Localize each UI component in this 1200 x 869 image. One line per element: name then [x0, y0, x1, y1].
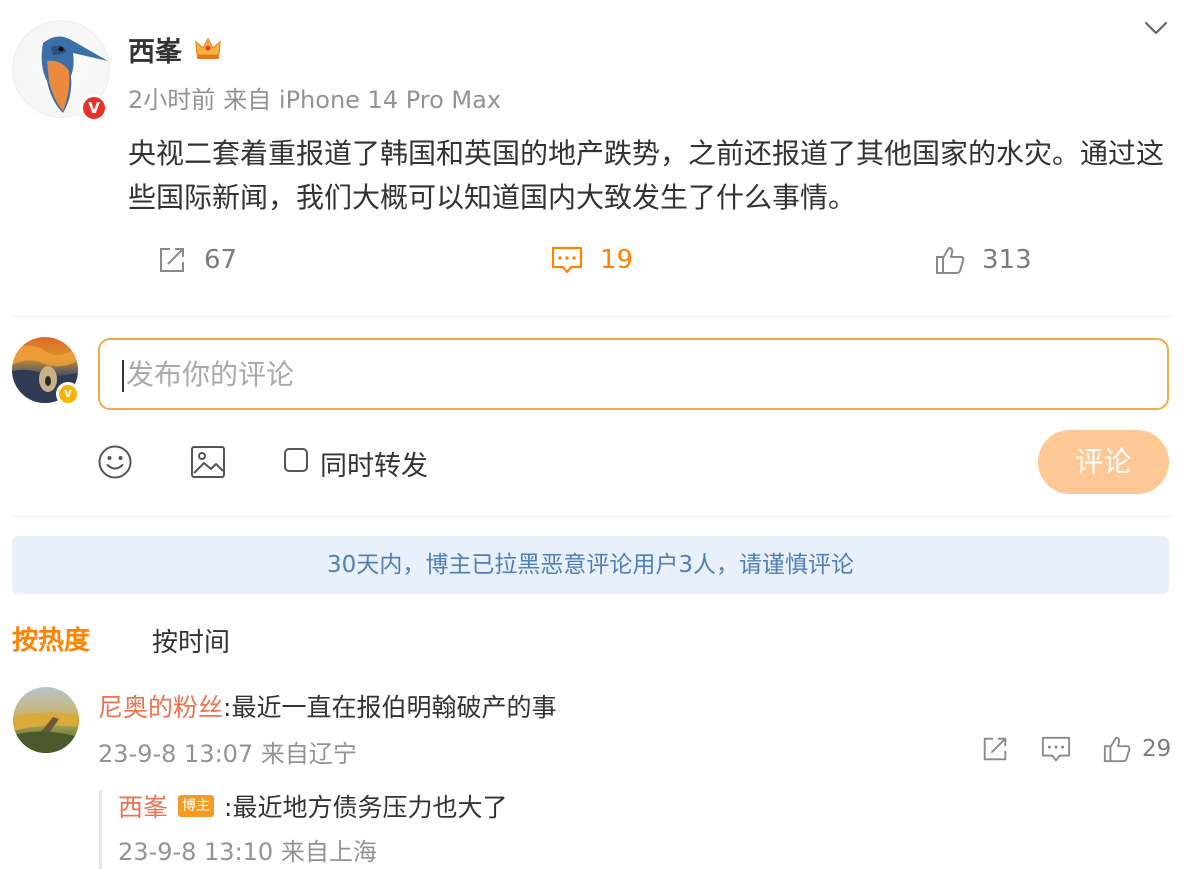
tab-sort-by-hot[interactable]: 按热度 [12, 620, 90, 657]
tab-sort-by-time[interactable]: 按时间 [152, 622, 230, 659]
reply-location: 来自上海 [280, 838, 377, 866]
divider [12, 516, 1170, 517]
image-icon[interactable] [190, 444, 226, 480]
block-notice: 30天内，博主已拉黑恶意评论用户3人，请谨慎评论 [12, 536, 1169, 594]
verified-badge-small: v [56, 382, 80, 406]
post-time: 2小时前 [128, 86, 216, 114]
verified-badge: V [80, 94, 108, 122]
landscape-image [13, 712, 79, 753]
post-meta: 2小时前 来自 iPhone 14 Pro Max [128, 80, 509, 115]
blogger-badge: 博主 [178, 795, 215, 817]
thumbs-up-icon[interactable] [1102, 734, 1132, 764]
comment-input[interactable]: 发布你的评论 [98, 338, 1169, 410]
repost-icon [160, 248, 184, 272]
reply-time: 23-9-8 13:10 [118, 838, 274, 866]
repost-checkbox-label[interactable]: 同时转发 [320, 444, 428, 483]
post-card: V 西峯 2小时前 来自 iPhone 14 Pro Max 央视二套着重报道了韩… [0, 0, 1200, 310]
reply-line: 西峯 博主 :最近地方债务压力也大了 [118, 788, 507, 824]
repost-count: 67 [204, 245, 238, 275]
thumbs-up-icon [936, 247, 965, 274]
comment-line: 尼奥的粉丝:最近一直在报伯明翰破产的事 [98, 688, 556, 724]
comment-button[interactable]: 19 [550, 240, 633, 280]
comment-time: 23-9-8 13:07 [98, 740, 254, 768]
author-name[interactable]: 西峯 [128, 30, 182, 69]
comment-location: 来自辽宁 [260, 740, 357, 768]
crown-icon [195, 37, 221, 59]
comment-placeholder: 发布你的评论 [126, 358, 295, 391]
comment-icon [551, 246, 583, 274]
comment-count: 19 [600, 245, 634, 275]
submit-comment-button[interactable]: 评论 [1038, 430, 1169, 494]
text-caret [122, 360, 124, 392]
reply-indent-bar [99, 790, 102, 869]
like-button[interactable]: 313 [934, 240, 1032, 280]
reply-username[interactable]: 西峯 [118, 788, 168, 824]
reply-meta: 23-9-8 13:10 来自上海 [118, 832, 377, 867]
emoji-icon[interactable] [97, 444, 133, 480]
post-source: 来自 iPhone 14 Pro Max [223, 86, 502, 114]
commenter-avatar[interactable] [13, 687, 79, 753]
reply-text: :最近地方债务压力也大了 [224, 793, 508, 822]
repost-button[interactable]: 67 [156, 240, 237, 280]
repost-icon[interactable] [980, 734, 1010, 764]
comment-text: :最近一直在报伯明翰破产的事 [223, 693, 557, 722]
comment-username[interactable]: 尼奥的粉丝 [98, 693, 223, 722]
divider [12, 316, 1170, 317]
post-text: 央视二套着重报道了韩国和英国的地产跌势，之前还报道了其他国家的水灾。通过这些国际… [128, 137, 1165, 214]
comment-meta: 23-9-8 13:07 来自辽宁 [98, 734, 357, 769]
comment-icon[interactable] [1040, 734, 1072, 764]
like-count: 313 [982, 245, 1032, 275]
chevron-down-icon[interactable] [1142, 16, 1170, 40]
repost-checkbox[interactable] [284, 448, 308, 472]
comment-like-count: 29 [1142, 736, 1172, 762]
